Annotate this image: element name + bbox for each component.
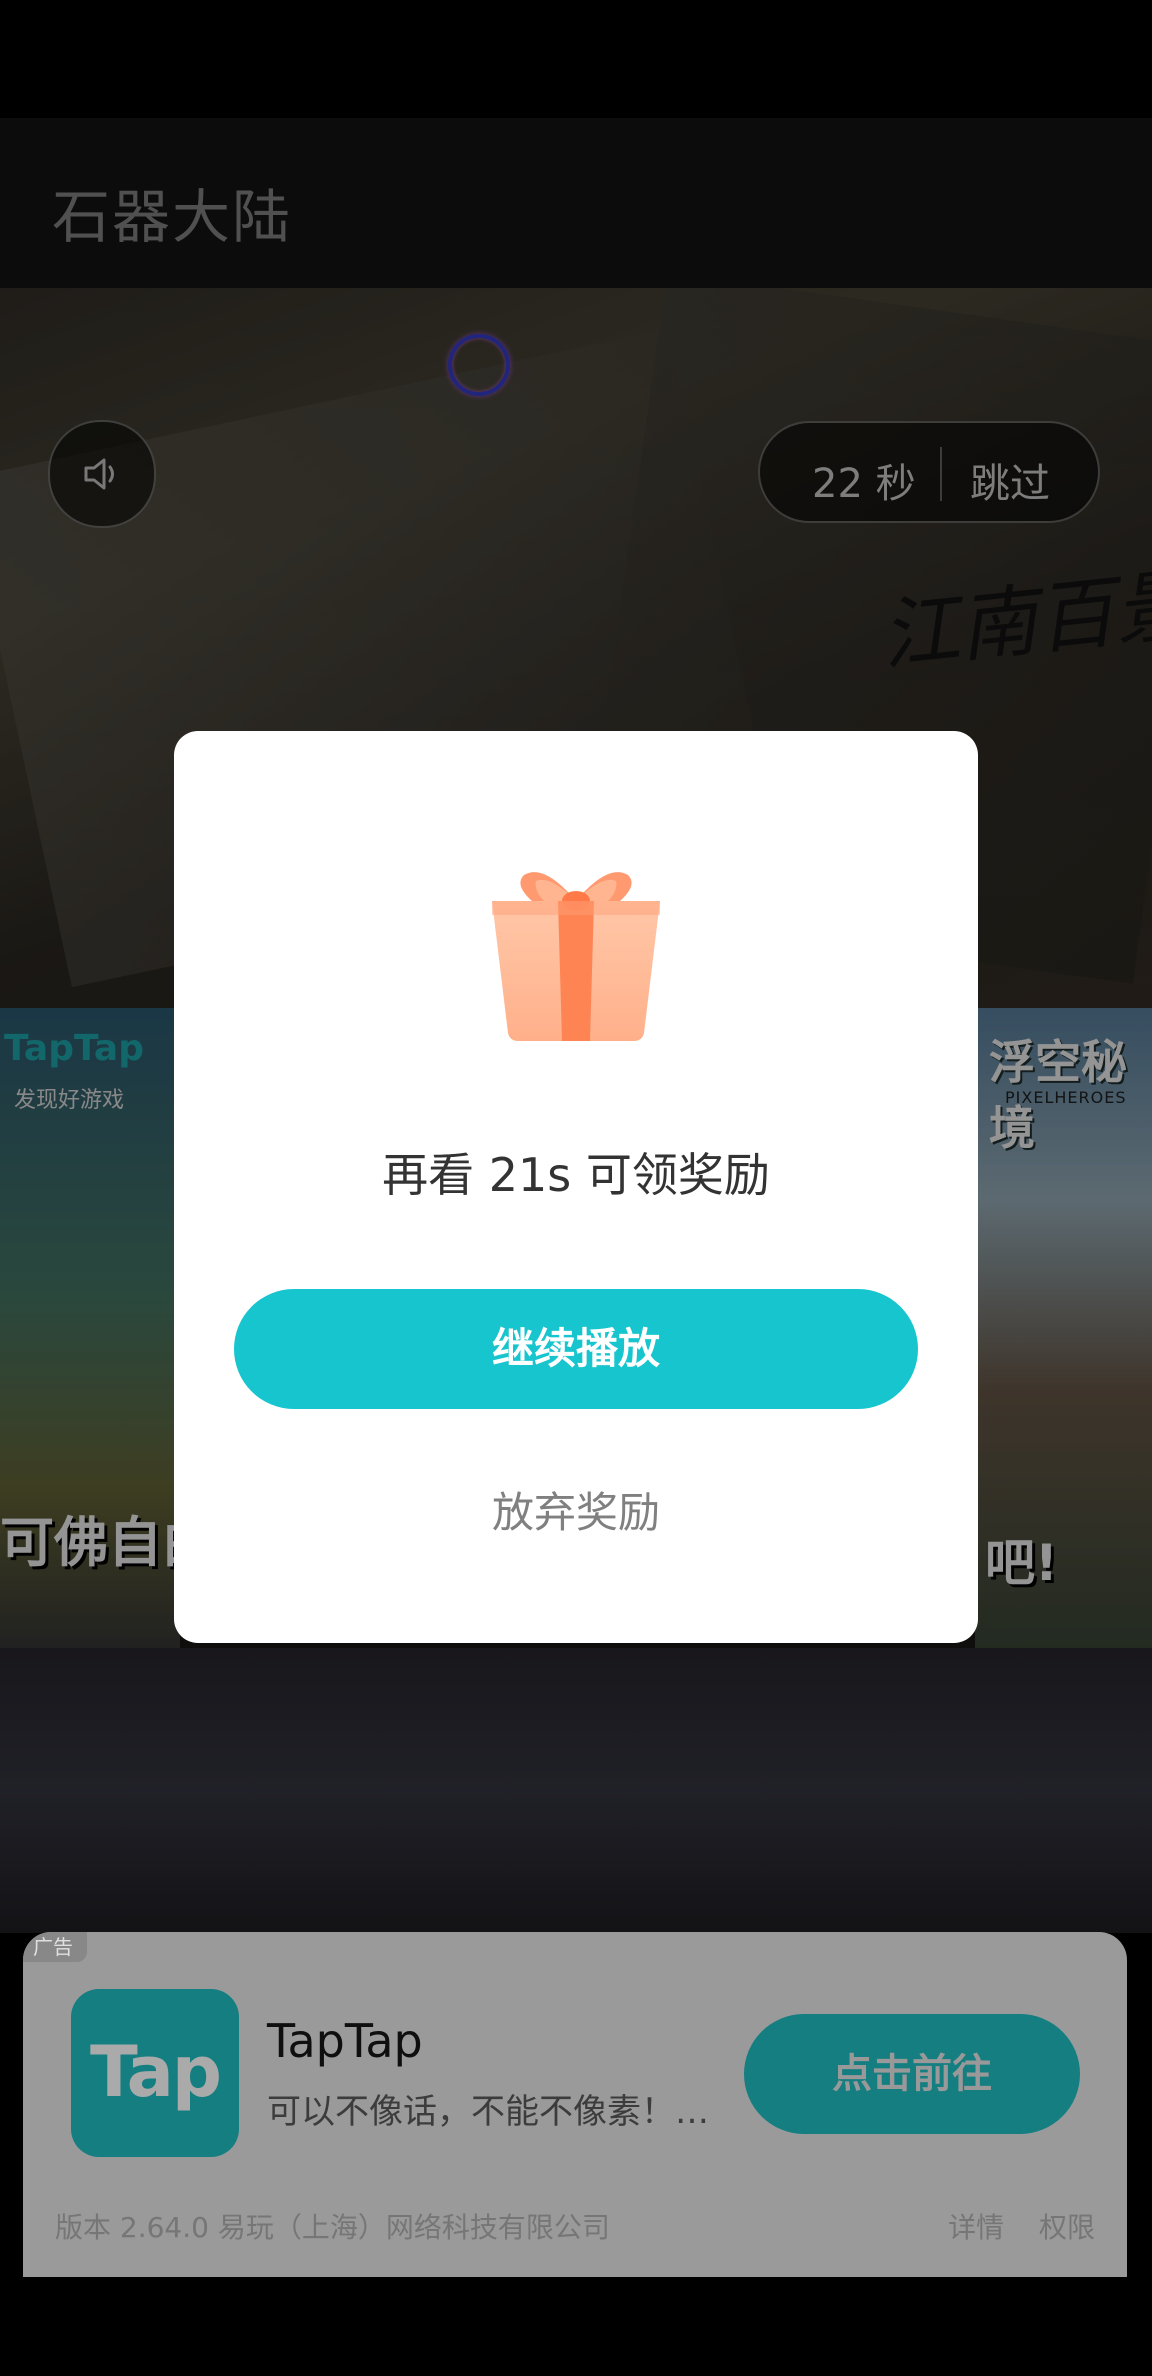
ad-badge-label: 广告 — [33, 1935, 73, 1959]
gift-icon — [492, 872, 660, 1041]
app-version-publisher: 版本 2.64.0 易玩（上海）网络科技有限公司 — [55, 2211, 610, 2244]
app-description: 可以不像话，不能不像素！… — [267, 2092, 709, 2132]
app-name: TapTap — [267, 2014, 423, 2068]
ad-badge: 广告 — [23, 1932, 87, 1962]
ad-links: 详情 权限 — [922, 2206, 1095, 2246]
go-to-button[interactable]: 点击前往 — [744, 2014, 1080, 2134]
app-icon[interactable]: Tap — [71, 1989, 239, 2157]
continue-playing-button[interactable]: 继续播放 — [234, 1289, 918, 1409]
navigation-bar — [0, 2277, 1152, 2376]
permissions-link[interactable]: 权限 — [1039, 2211, 1095, 2244]
abandon-reward-button[interactable]: 放弃奖励 — [174, 1479, 978, 1540]
details-link[interactable]: 详情 — [948, 2211, 1004, 2244]
reward-message: 再看 21s 可领奖励 — [382, 1148, 770, 1202]
ad-app-card[interactable]: 广告 Tap TapTap 可以不像话，不能不像素！… 点击前往 版本 2.64… — [23, 1932, 1127, 2277]
reward-dialog: 再看 21s 可领奖励 继续播放 放弃奖励 — [174, 731, 978, 1643]
app-icon-logo: Tap — [89, 2031, 222, 2113]
